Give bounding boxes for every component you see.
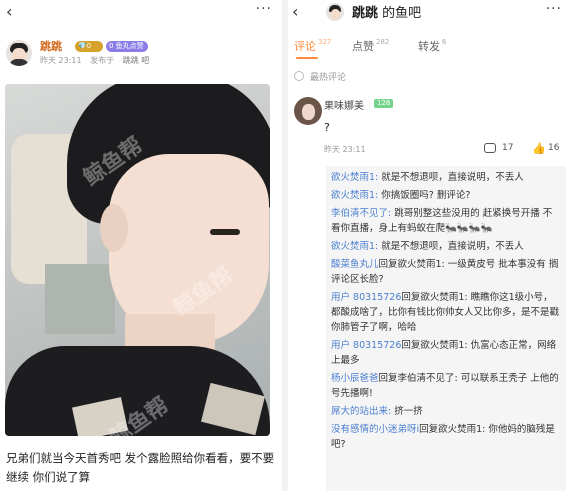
more-icon[interactable]: ··· bbox=[546, 1, 562, 17]
tab-comments[interactable]: 评论 327 bbox=[294, 38, 331, 54]
posted-in-label: 发布于 bbox=[90, 56, 115, 65]
active-tab-indicator bbox=[296, 57, 318, 59]
reply-item[interactable]: 李伯清不见了: 跳哥别整这些没用的 赶紧换号开播 不看你直播，身上有蚂蚁在爬🐜🐜… bbox=[331, 206, 561, 236]
tab-likes[interactable]: 点赞 282 bbox=[352, 38, 389, 54]
post-caption: 兄弟们就当今天首秀吧 发个露脸照给你看看，要不要继续 你们说了算 bbox=[6, 451, 275, 484]
post-time: 昨天 23:11 bbox=[40, 56, 82, 65]
post-topbar: ‹ ··· bbox=[0, 0, 282, 26]
forum-title: 跳跳 的鱼吧 bbox=[352, 2, 421, 21]
post-meta: 昨天 23:11 发布于 跳跳 吧 bbox=[40, 55, 155, 66]
reply-item[interactable]: 欲火焚雨1: 就是不想退呗，直接说明，不丢人 bbox=[331, 170, 561, 185]
reply-list: 欲火焚雨1: 就是不想退呗，直接说明，不丢人 欲火焚雨1: 你搞饭圈吗? 删评论… bbox=[326, 166, 566, 491]
reply-item[interactable]: 用户 80315726回复欲火焚雨1: 仇富心态正常，网络上最多 bbox=[331, 338, 561, 368]
post-panel: ‹ ··· 跳跳 💎0 0 鱼丸点赞 昨天 23:11 发布于 跳跳 吧 鲸鱼帮… bbox=[0, 0, 282, 491]
reply-item[interactable]: 酸菜鱼丸儿回复欲火焚雨1: 一级黄皮号 批本事没有 搁评论区长脸? bbox=[331, 257, 561, 287]
forum-title-name: 跳跳 bbox=[352, 6, 379, 21]
reply-item[interactable]: 用户 80315726回复欲火焚雨1: 瞧瞧你这1级小号，都酸成啥了，比你有钱比… bbox=[331, 290, 561, 335]
fan-badge: 0 鱼丸点赞 bbox=[106, 41, 148, 52]
thumbs-up-icon[interactable]: 👍 bbox=[532, 142, 546, 155]
reply-item[interactable]: 杨小辰爸爸回复李伯清不见了: 可以联系王秃子 上他的号先播啊! bbox=[331, 371, 561, 401]
like-count: 16 bbox=[548, 143, 560, 153]
reply-icon[interactable] bbox=[484, 143, 496, 153]
forum-title-suffix: 的鱼吧 bbox=[378, 6, 422, 21]
commenter-level-badge: 128 bbox=[374, 99, 394, 108]
post-photo[interactable]: 鲸鱼帮 鲸鱼帮 鲸鱼帮 bbox=[5, 84, 270, 436]
commenter-avatar[interactable] bbox=[294, 97, 322, 125]
reply-item[interactable]: 屌大的站出来: 挤一挤 bbox=[331, 404, 561, 419]
comments-topbar: ‹ 跳跳 的鱼吧 ··· bbox=[288, 0, 570, 26]
tab-bar: 评论 327 点赞 282 转发 6 bbox=[288, 38, 570, 58]
hot-icon bbox=[294, 71, 304, 81]
back-icon[interactable]: ‹ bbox=[6, 2, 12, 21]
comments-panel: ‹ 跳跳 的鱼吧 ··· 评论 327 点赞 282 转发 6 最热评论 果味娜美 1… bbox=[288, 0, 570, 491]
level-badge: 💎0 bbox=[75, 41, 103, 52]
reply-count: 17 bbox=[502, 143, 514, 153]
reply-item[interactable]: 欲火焚雨1: 你搞饭圈吗? 删评论? bbox=[331, 188, 561, 203]
section-label: 最热评论 bbox=[310, 73, 347, 83]
commenter-name[interactable]: 果味娜美 bbox=[324, 97, 364, 112]
comment-time: 昨天 23:11 bbox=[324, 145, 366, 154]
tab-shares[interactable]: 转发 6 bbox=[418, 38, 446, 54]
back-icon[interactable]: ‹ bbox=[292, 2, 298, 21]
avatar[interactable] bbox=[6, 40, 32, 66]
post-author-name[interactable]: 跳跳 bbox=[40, 38, 62, 54]
more-icon[interactable]: ··· bbox=[256, 1, 272, 17]
comment-text: ? bbox=[324, 121, 330, 134]
forum-avatar bbox=[326, 3, 344, 21]
forum-link[interactable]: 跳跳 吧 bbox=[123, 56, 150, 65]
reply-item[interactable]: 欲火焚雨1: 就是不想退呗，直接说明，不丢人 bbox=[331, 239, 561, 254]
reply-item[interactable]: 没有感情的小迷弟呀i回复欲火焚雨1: 你他妈的脑残是吧? bbox=[331, 422, 561, 452]
